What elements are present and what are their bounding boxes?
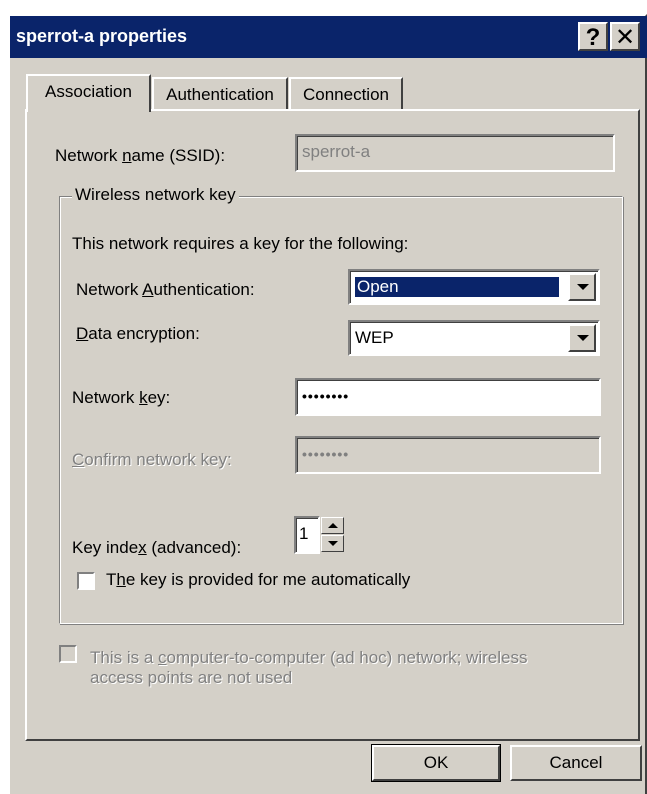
- close-icon: ✕: [614, 24, 636, 51]
- spin-down-button[interactable]: [321, 535, 344, 552]
- encryption-select[interactable]: WEP: [348, 320, 600, 356]
- title-bar: sperrot-a properties ? ✕: [10, 16, 647, 58]
- network-key-input[interactable]: ••••••••: [295, 378, 601, 416]
- encryption-value: WEP: [355, 328, 394, 347]
- properties-dialog: sperrot-a properties ? ✕ Association Aut…: [8, 14, 647, 794]
- auth-label: Network Authentication:: [76, 280, 255, 299]
- key-index-input[interactable]: 1: [294, 516, 320, 554]
- close-button[interactable]: ✕: [610, 22, 640, 51]
- ok-button[interactable]: OK: [371, 744, 501, 782]
- confirm-key-input: ••••••••: [295, 436, 601, 474]
- tab-authentication[interactable]: Authentication: [152, 77, 288, 109]
- spin-up-button[interactable]: [321, 517, 344, 534]
- auto-key-checkbox[interactable]: [77, 572, 95, 590]
- ssid-field: sperrot-a: [295, 134, 615, 172]
- cancel-button[interactable]: Cancel: [510, 745, 642, 781]
- confirm-key-label: Confirm network key:: [72, 450, 232, 469]
- ssid-label: Network name (SSID):: [55, 146, 226, 165]
- window-title: sperrot-a properties: [16, 26, 188, 46]
- key-index-label: Key index (advanced):: [72, 538, 242, 557]
- encryption-label: Data encryption:: [76, 324, 200, 343]
- tab-connection[interactable]: Connection: [289, 77, 403, 109]
- tab-association[interactable]: Association: [26, 74, 151, 112]
- network-key-label: Network key:: [72, 388, 171, 407]
- chevron-down-icon[interactable]: [568, 324, 596, 352]
- group-title: Wireless network key: [72, 185, 239, 205]
- auto-key-label: The key is provided for me automatically: [106, 570, 411, 589]
- chevron-down-icon[interactable]: [568, 273, 596, 301]
- adhoc-checkbox: [59, 645, 77, 663]
- auth-value: Open: [355, 277, 559, 297]
- requires-key-text: This network requires a key for the foll…: [72, 234, 409, 253]
- auth-select[interactable]: Open: [348, 269, 600, 305]
- help-button[interactable]: ?: [578, 22, 608, 51]
- adhoc-label: This is a computer-to-computer (ad hoc) …: [90, 648, 528, 687]
